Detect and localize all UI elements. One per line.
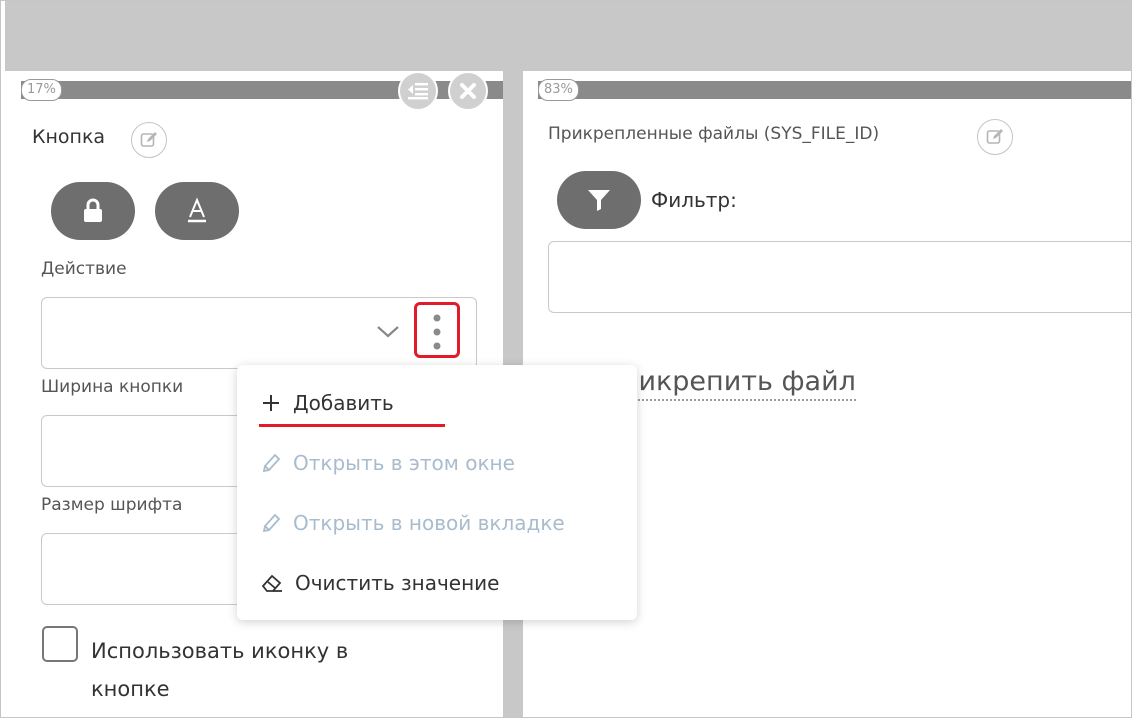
button-width-input[interactable] xyxy=(41,415,263,487)
component-title: Кнопка xyxy=(32,126,106,148)
edit-icon xyxy=(140,132,157,147)
menu-item-open-new-tab[interactable]: Открыть в новой вкладке xyxy=(261,503,565,543)
context-menu: Добавить Открыть в этом окне Открыть в н… xyxy=(237,365,637,620)
font-size-label: Размер шрифта xyxy=(41,495,183,515)
menu-item-open-new-tab-label: Открыть в новой вкладке xyxy=(293,511,565,535)
use-icon-label[interactable]: Использовать иконку в кнопке xyxy=(91,632,348,708)
font-size-input[interactable] xyxy=(41,533,263,605)
right-column-bar[interactable] xyxy=(538,81,1131,99)
close-icon xyxy=(460,83,476,99)
lock-icon xyxy=(84,198,102,222)
attach-file-link[interactable]: Прикрепить файл xyxy=(601,365,856,401)
menu-item-clear-value[interactable]: Очистить значение xyxy=(261,563,499,603)
outdent-icon xyxy=(408,83,428,100)
top-bar xyxy=(5,1,1131,71)
right-column-percent: 83% xyxy=(538,79,579,101)
add-highlight-underline xyxy=(259,424,445,427)
text-style-button[interactable] xyxy=(155,182,239,240)
edit-title-button[interactable] xyxy=(131,122,167,158)
plus-icon xyxy=(263,395,279,411)
left-edge xyxy=(1,1,5,717)
use-icon-label-line1: Использовать иконку в xyxy=(91,639,349,663)
edit-icon xyxy=(986,129,1003,144)
pencil-icon xyxy=(262,453,281,473)
action-select[interactable] xyxy=(41,297,477,369)
attachments-title: Прикрепленные файлы (SYS_FILE_ID) xyxy=(548,124,880,144)
menu-item-open-same-window[interactable]: Открыть в этом окне xyxy=(261,443,515,483)
close-column-button[interactable] xyxy=(448,71,488,111)
use-icon-checkbox[interactable] xyxy=(42,626,78,662)
filter-icon xyxy=(588,190,610,211)
menu-item-add-label: Добавить xyxy=(293,391,394,415)
menu-item-clear-value-label: Очистить значение xyxy=(295,571,500,595)
pencil-icon xyxy=(262,513,281,533)
use-icon-label-line2: кнопке xyxy=(91,677,170,701)
chevron-down-icon[interactable] xyxy=(376,325,400,339)
lock-button[interactable] xyxy=(51,182,135,240)
filter-input[interactable] xyxy=(548,241,1131,313)
left-column-percent: 17% xyxy=(21,79,62,101)
action-label: Действие xyxy=(41,259,127,279)
filter-label: Фильтр: xyxy=(651,188,737,212)
font-color-icon xyxy=(188,197,206,223)
edit-attachments-title-button[interactable] xyxy=(977,119,1013,155)
eraser-icon xyxy=(261,574,282,592)
more-options-button[interactable] xyxy=(414,302,460,358)
menu-item-open-same-window-label: Открыть в этом окне xyxy=(293,451,515,475)
collapse-button[interactable] xyxy=(398,71,438,111)
filter-button[interactable] xyxy=(557,171,641,229)
menu-item-add[interactable]: Добавить xyxy=(261,383,394,423)
button-width-label: Ширина кнопки xyxy=(41,377,184,397)
vertical-dots-icon xyxy=(433,314,441,350)
app-frame: 17% Кнопка Действие Ширина кнопки Размер… xyxy=(0,0,1132,718)
